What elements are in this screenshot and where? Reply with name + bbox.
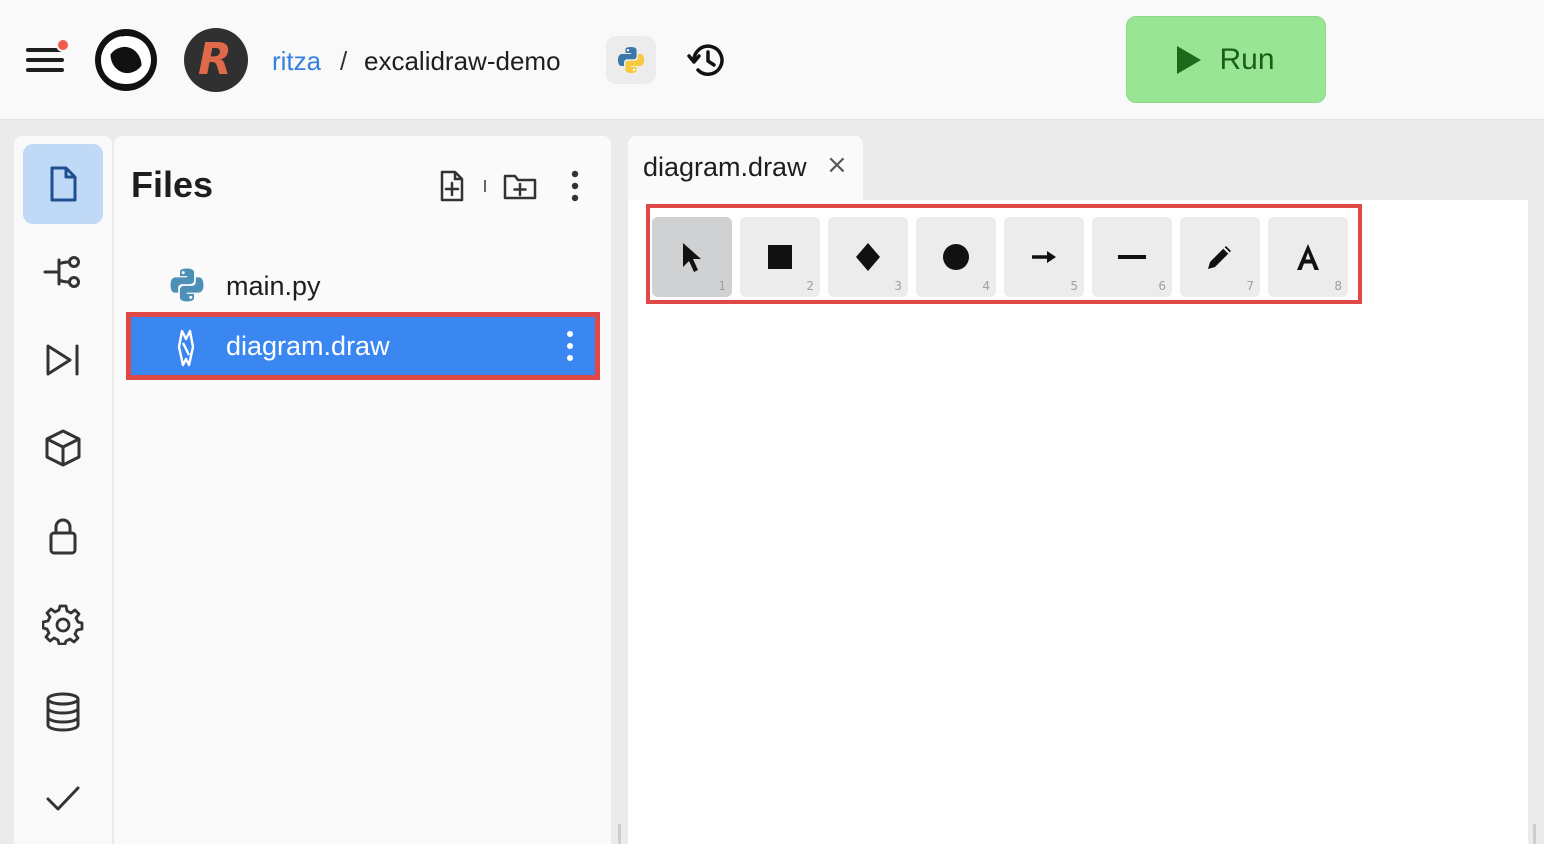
notification-dot — [56, 38, 70, 52]
diamond-icon — [856, 243, 880, 271]
tool-shortcut: 6 — [1158, 279, 1166, 293]
panel-resize-handle[interactable] — [618, 824, 621, 844]
tab-diagram-draw[interactable]: diagram.draw × — [628, 136, 863, 200]
tool-shortcut: 4 — [982, 279, 990, 293]
add-folder-button[interactable] — [502, 168, 538, 204]
breadcrumb-separator: / — [340, 46, 348, 76]
run-button-label: Run — [1219, 42, 1275, 76]
tool-line[interactable]: 6 — [1092, 217, 1172, 297]
menu-icon[interactable] — [26, 38, 70, 76]
toolbar-divider — [484, 180, 486, 192]
ellipse-icon — [943, 244, 969, 270]
pointer-icon — [683, 243, 701, 272]
line-icon — [1118, 255, 1146, 259]
rail-item-packages[interactable] — [23, 408, 103, 488]
python-icon — [618, 47, 644, 73]
git-branch-icon — [43, 256, 80, 288]
lock-icon — [49, 518, 77, 555]
tool-diamond[interactable]: 3 — [828, 217, 908, 297]
close-icon[interactable]: × — [826, 150, 848, 180]
add-file-icon — [440, 170, 464, 202]
top-bar: R ritza / excalidraw-demo Run — [0, 0, 1544, 120]
more-vertical-icon — [571, 170, 579, 202]
breadcrumb-owner[interactable]: ritza — [272, 42, 321, 80]
tool-draw[interactable]: 7 — [1180, 217, 1260, 297]
history-icon[interactable] — [686, 38, 730, 82]
rail-item-settings[interactable] — [23, 584, 103, 664]
tool-rectangle[interactable]: 2 — [740, 217, 820, 297]
excalidraw-icon — [177, 329, 195, 367]
tool-selection[interactable]: 1 — [652, 217, 732, 297]
database-icon — [46, 692, 80, 732]
rail-item-unit-tests[interactable] — [23, 758, 103, 838]
file-item-diagram-draw[interactable]: diagram.draw — [126, 312, 600, 380]
language-badge[interactable] — [606, 36, 656, 84]
package-icon — [45, 429, 81, 467]
rail-item-version-control[interactable] — [23, 232, 103, 312]
rail-item-debugger[interactable] — [23, 320, 103, 400]
tool-shortcut: 8 — [1334, 279, 1342, 293]
checkmark-icon — [46, 786, 80, 811]
arrow-icon — [1032, 251, 1056, 263]
tool-text[interactable]: 8 — [1268, 217, 1348, 297]
add-folder-icon — [503, 174, 537, 200]
gear-icon — [42, 604, 84, 645]
file-icon — [50, 166, 77, 202]
file-name: main.py — [226, 270, 321, 301]
rail-item-files[interactable] — [23, 144, 103, 224]
tool-shortcut: 1 — [718, 279, 726, 293]
file-more-button[interactable] — [565, 331, 575, 365]
file-item-main-py[interactable]: main.py — [126, 252, 600, 320]
files-panel-title: Files — [131, 164, 214, 205]
tool-arrow[interactable]: 5 — [1004, 217, 1084, 297]
tool-rail — [14, 136, 112, 844]
play-icon — [1177, 45, 1202, 74]
panel-resize-handle[interactable] — [1533, 824, 1536, 844]
tool-shortcut: 7 — [1246, 279, 1254, 293]
breadcrumb-repl-name[interactable]: excalidraw-demo — [364, 42, 561, 80]
python-icon — [170, 268, 204, 302]
drawing-toolbar: 1 2 3 4 5 6 7 8 — [646, 204, 1362, 304]
tool-shortcut: 3 — [894, 279, 902, 293]
rail-item-secrets[interactable] — [23, 496, 103, 576]
run-button[interactable]: Run — [1126, 16, 1326, 103]
tool-ellipse[interactable]: 4 — [916, 217, 996, 297]
rectangle-icon — [768, 245, 792, 269]
replit-logo-icon[interactable] — [93, 28, 159, 92]
rail-item-database[interactable] — [23, 672, 103, 752]
file-name: diagram.draw — [226, 330, 390, 361]
tool-shortcut: 5 — [1070, 279, 1078, 293]
text-icon — [1297, 244, 1319, 270]
files-more-button[interactable] — [557, 168, 593, 204]
avatar[interactable]: R — [184, 28, 248, 92]
add-file-button[interactable] — [434, 168, 470, 204]
pencil-icon — [1208, 246, 1231, 269]
tool-shortcut: 2 — [806, 279, 814, 293]
tab-label: diagram.draw — [643, 152, 807, 182]
debugger-icon — [46, 344, 79, 376]
avatar-letter: R — [198, 34, 232, 85]
files-panel: Files main.py diagram.draw — [114, 136, 611, 844]
